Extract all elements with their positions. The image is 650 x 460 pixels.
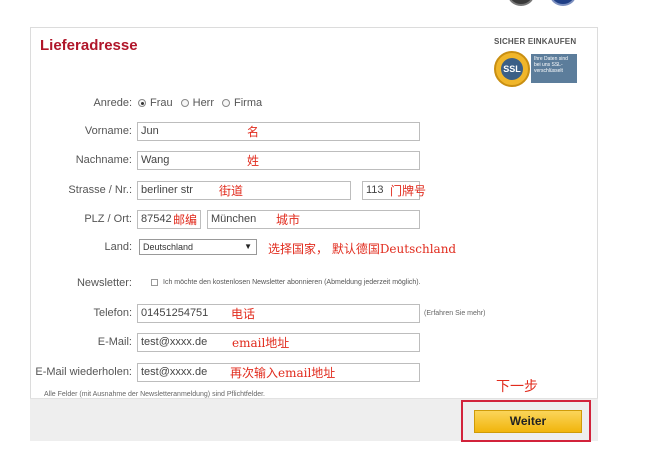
dropdown-arrow-icon[interactable]: ▼: [244, 240, 252, 254]
strasse-label: Strasse / Nr.:: [68, 184, 132, 196]
radio-herr[interactable]: [180, 99, 189, 107]
annotation-vorname: 名: [247, 125, 260, 139]
annotation-nachname: 姓: [247, 154, 260, 168]
radio-firma-label[interactable]: Firma: [234, 97, 262, 109]
street-input[interactable]: berliner str: [137, 181, 351, 200]
form-title: Lieferadresse: [40, 37, 138, 54]
telefon-info-link[interactable]: (Erfahren Sie mehr): [424, 310, 485, 317]
newsletter-checkbox[interactable]: [151, 279, 158, 286]
annotation-telefon: 电话: [231, 307, 256, 321]
country-select-value: Deutschland: [143, 242, 194, 252]
annotation-ort: 城市: [276, 213, 301, 227]
vorname-label: Vorname:: [84, 125, 132, 137]
annotation-plz: 邮编: [173, 213, 198, 227]
newsletter-checkbox-text[interactable]: Ich möchte den kostenlosen Newsletter ab…: [163, 279, 421, 286]
ssl-seal-text: SSL: [501, 58, 523, 80]
trust-badge-icon: [508, 0, 534, 6]
trust-badge-icon: [550, 0, 576, 6]
annotation-email-repeat: 再次输入email地址: [230, 366, 336, 380]
ssl-info-text: Ihre Daten sind bei uns SSL-verschlüssel…: [531, 54, 577, 83]
vorname-input[interactable]: Jun: [137, 122, 420, 141]
ort-input[interactable]: München: [207, 210, 420, 229]
ssl-seal-icon: SSL: [494, 51, 530, 87]
radio-herr-label[interactable]: Herr: [193, 97, 214, 109]
annotation-hausnummer: 门牌号: [390, 184, 427, 198]
telefon-label: Telefon:: [93, 307, 132, 319]
annotation-email: email地址: [232, 336, 290, 350]
plz-ort-label: PLZ / Ort:: [84, 213, 132, 225]
anrede-radio-group: Frau Herr Firma: [138, 97, 266, 109]
nachname-label: Nachname:: [75, 154, 132, 166]
newsletter-label: Newsletter:: [76, 277, 132, 289]
email-label: E-Mail:: [97, 336, 132, 348]
radio-frau[interactable]: [138, 99, 146, 107]
ssl-heading: SICHER EINKAUFEN: [494, 37, 577, 46]
radio-firma[interactable]: [222, 99, 231, 107]
nachname-input[interactable]: Wang: [137, 151, 420, 170]
anrede-label: Anrede:: [93, 97, 132, 109]
annotation-strasse: 街道: [219, 184, 244, 198]
email-repeat-label: E-Mail wiederholen:: [35, 366, 132, 378]
weiter-button[interactable]: Weiter: [474, 410, 582, 433]
annotation-land: 选择国家， 默认德国Deutschland: [268, 242, 457, 256]
country-select[interactable]: Deutschland ▼: [139, 239, 257, 255]
required-fields-note: Alle Felder (mit Ausnahme der Newsletter…: [44, 391, 265, 398]
radio-frau-label[interactable]: Frau: [150, 97, 173, 109]
telefon-input[interactable]: 01451254751: [137, 304, 420, 323]
newsletter-option: Ich möchte den kostenlosen Newsletter ab…: [151, 279, 421, 286]
land-label: Land:: [104, 241, 132, 253]
annotation-next-step: 下一步: [496, 379, 538, 395]
